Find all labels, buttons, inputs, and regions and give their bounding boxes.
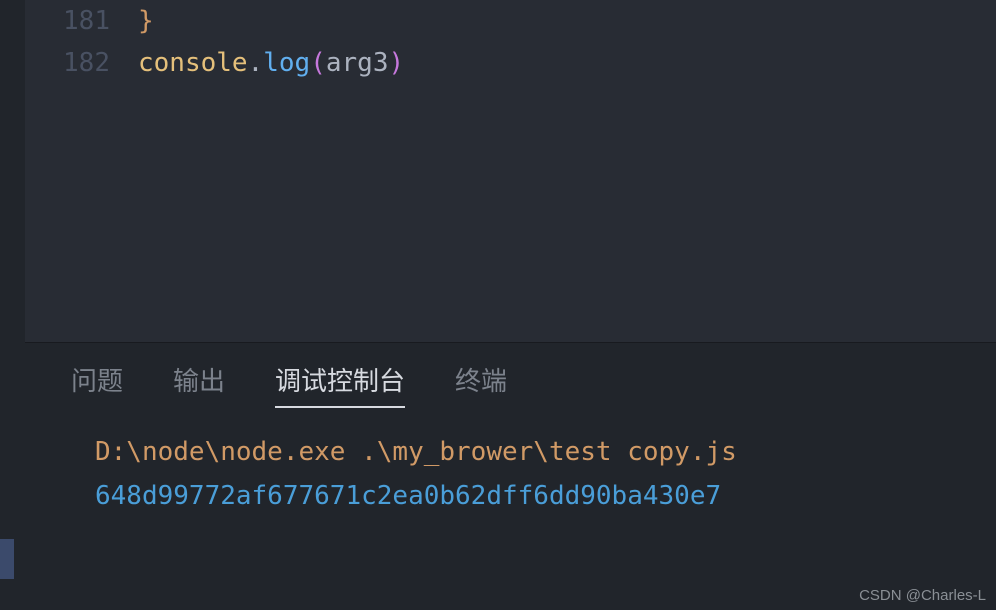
tab-terminal[interactable]: 终端: [455, 361, 507, 406]
watermark: CSDN @Charles-L: [859, 587, 986, 604]
code-editor[interactable]: 181 182 } console.log(arg3): [25, 0, 996, 342]
panel-tabs: 问题 输出 调试控制台 终端: [25, 343, 996, 408]
tab-debug-console[interactable]: 调试控制台: [275, 361, 405, 408]
tab-output[interactable]: 输出: [173, 361, 225, 406]
bottom-panel: 问题 输出 调试控制台 终端 D:\node\node.exe .\my_bro…: [25, 342, 996, 610]
console-result: 648d99772af677671c2ea0b62dff6dd90ba430e7: [95, 474, 996, 518]
line-number: 181: [25, 0, 110, 42]
code-line: console.log(arg3): [138, 42, 996, 84]
line-gutter: 181 182: [25, 0, 138, 342]
debug-console-output[interactable]: D:\node\node.exe .\my_brower\test copy.j…: [25, 408, 996, 518]
console-command: D:\node\node.exe .\my_brower\test copy.j…: [95, 430, 996, 474]
code-content[interactable]: } console.log(arg3): [138, 0, 996, 342]
line-number: 182: [25, 42, 110, 84]
code-line: }: [138, 0, 996, 42]
activity-bar-indicator: [0, 539, 14, 579]
tab-problems[interactable]: 问题: [71, 361, 123, 406]
activity-bar: [0, 0, 25, 610]
